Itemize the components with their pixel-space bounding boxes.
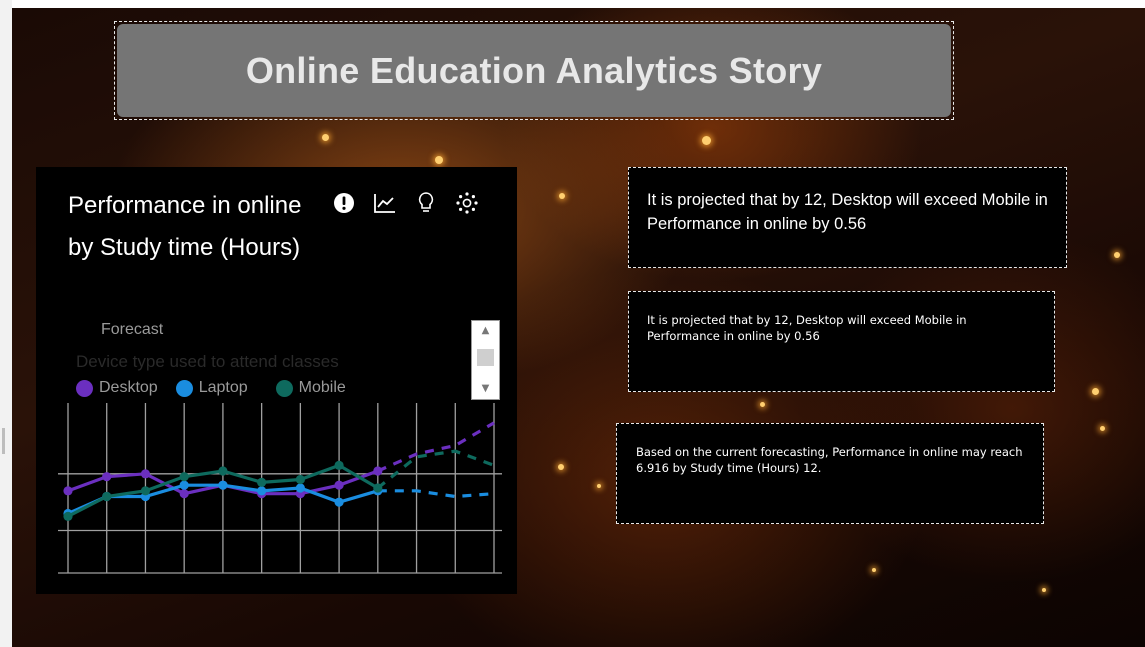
line-chart-plot <box>58 403 502 574</box>
insight-text-1: It is projected that by 12, Desktop will… <box>647 191 1048 233</box>
background-spark <box>1092 388 1099 395</box>
data-point-laptop <box>295 483 305 493</box>
data-point-mobile <box>218 466 228 476</box>
insight-text-2: It is projected that by 12, Desktop will… <box>647 313 967 343</box>
background-spark <box>1100 426 1105 431</box>
story-title-box: Online Education Analytics Story <box>117 24 951 117</box>
series-forecast-line-mobile <box>376 449 495 490</box>
data-point-desktop <box>140 469 151 479</box>
background-spark <box>435 156 443 164</box>
background-spark <box>1114 252 1120 258</box>
background-spark <box>872 568 876 572</box>
background-spark <box>760 402 765 407</box>
background-spark <box>1042 588 1046 592</box>
data-point-mobile <box>373 483 383 493</box>
insight-card-3[interactable]: Based on the current forecasting, Perfor… <box>616 423 1044 524</box>
data-point-desktop <box>373 466 383 476</box>
chart-card[interactable]: Performance in online by Study time (Hou… <box>36 167 517 594</box>
story-canvas: Online Education Analytics Story Perform… <box>12 8 1145 647</box>
series-forecast-line-desktop <box>377 421 495 473</box>
insight-text-3: Based on the current forecasting, Perfor… <box>636 445 1023 475</box>
data-point-desktop <box>63 486 73 496</box>
data-point-laptop <box>179 480 189 490</box>
data-point-desktop <box>102 472 112 482</box>
data-point-mobile <box>102 491 112 502</box>
background-spark <box>558 464 564 470</box>
data-point-mobile <box>179 472 189 482</box>
left-gutter <box>0 0 12 647</box>
data-point-desktop <box>179 489 189 499</box>
insight-card-2[interactable]: It is projected that by 12, Desktop will… <box>628 291 1055 392</box>
background-spark <box>597 484 601 488</box>
data-point-mobile <box>63 511 73 521</box>
panel-resize-handle[interactable] <box>2 428 5 454</box>
data-point-mobile <box>257 477 267 487</box>
background-spark <box>322 134 329 141</box>
data-point-laptop <box>334 497 344 507</box>
background-spark <box>559 193 565 199</box>
series-forecast-line-laptop <box>377 489 495 499</box>
data-point-desktop <box>334 480 344 490</box>
background-spark <box>702 136 711 145</box>
data-point-mobile <box>295 474 305 485</box>
data-point-laptop <box>218 480 228 490</box>
data-point-laptop <box>257 486 267 496</box>
story-title-frame[interactable]: Online Education Analytics Story <box>114 21 954 120</box>
data-point-mobile <box>140 486 151 496</box>
data-point-mobile <box>334 460 344 470</box>
story-title: Online Education Analytics Story <box>245 49 823 91</box>
insight-card-1[interactable]: It is projected that by 12, Desktop will… <box>628 167 1067 268</box>
